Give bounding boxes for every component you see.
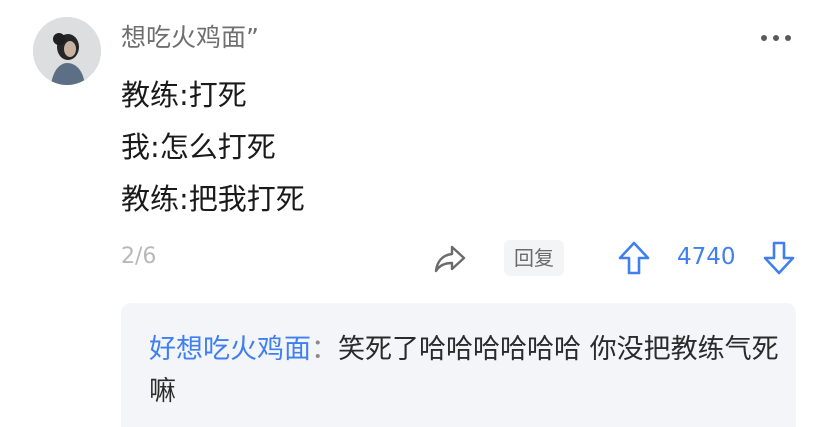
post-text-line: 教练:打死 [121, 78, 247, 112]
more-dots-icon[interactable] [758, 30, 794, 46]
page-indicator: 2/6 [121, 244, 157, 269]
share-icon[interactable] [433, 241, 467, 275]
reply-author[interactable]: 好想吃火鸡面 [149, 334, 311, 365]
avatar-image [33, 17, 101, 85]
comment-card: 想吃火鸡面” 教练:打死 我:怎么打死 教练:把我打死 2/6 回复 4740 … [0, 0, 828, 427]
vote-count: 4740 [677, 244, 736, 270]
reply-preview[interactable]: 好想吃火鸡面：笑死了哈哈哈哈哈哈 你没把教练气死嘛 [121, 303, 796, 427]
reply-content: 好想吃火鸡面：笑死了哈哈哈哈哈哈 你没把教练气死嘛 [149, 329, 779, 413]
arrow-up-icon[interactable] [617, 240, 651, 276]
username[interactable]: 想吃火鸡面” [121, 22, 259, 54]
reply-button[interactable]: 回复 [504, 240, 564, 276]
avatar[interactable] [33, 17, 101, 85]
reply-separator: ： [311, 334, 338, 365]
post-text-line: 教练:把我打死 [121, 182, 305, 216]
post-text-line: 我:怎么打死 [121, 130, 276, 164]
arrow-down-icon[interactable] [762, 240, 796, 276]
